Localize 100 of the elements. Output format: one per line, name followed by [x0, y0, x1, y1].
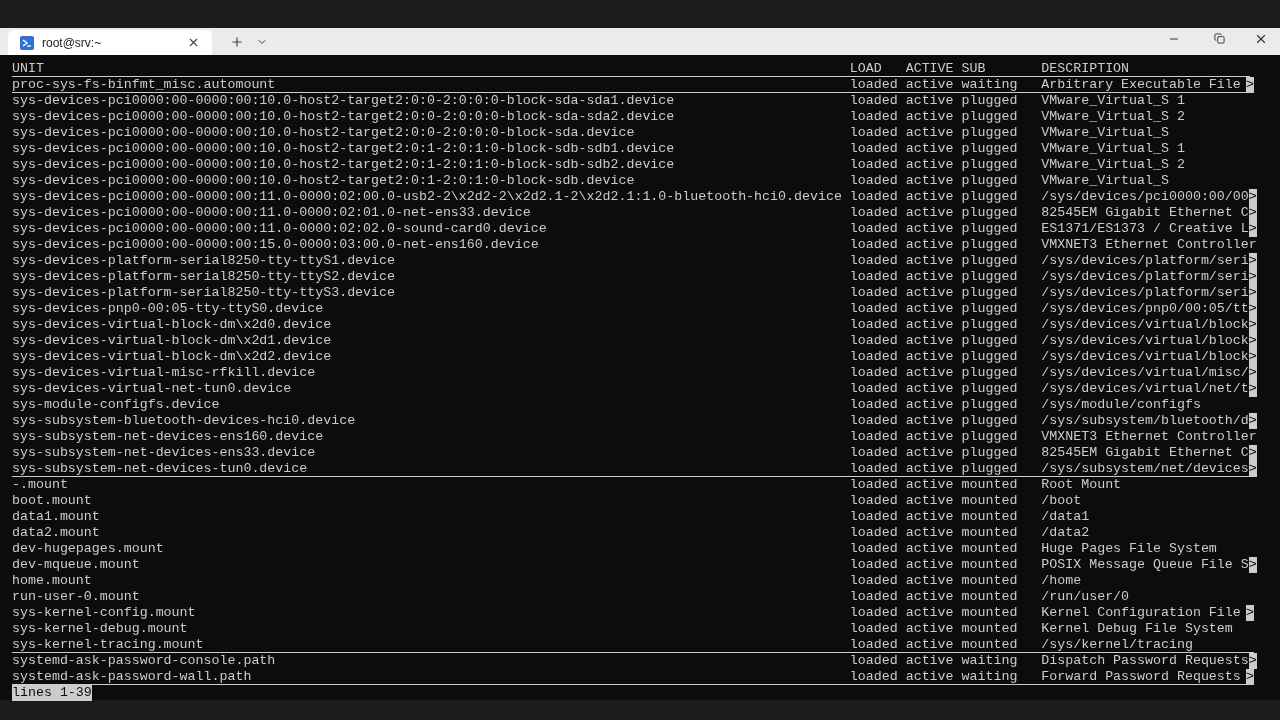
pager-status: lines 1-39 — [12, 685, 92, 701]
description-cell: /sys/devices/virtual/net/t — [1041, 380, 1249, 397]
load-cell-text: loaded — [849, 540, 899, 557]
sub-cell-text: waiting — [961, 76, 1019, 93]
load-cell-text: loaded — [849, 156, 899, 173]
sub-cell-text: plugged — [961, 396, 1019, 413]
active-cell-text: active — [905, 108, 955, 125]
load-cell-text: loaded — [849, 652, 899, 669]
active-cell-text: active — [905, 508, 955, 525]
sub-cell-text: plugged — [961, 428, 1019, 445]
active-cell-text: active — [905, 588, 955, 605]
sub-cell-text: plugged — [961, 236, 1019, 253]
overflow-marker: > — [1248, 268, 1257, 285]
sub-cell-text: mounted — [961, 540, 1019, 557]
active-cell-text: active — [905, 332, 955, 349]
active-cell-text: active — [905, 476, 955, 493]
sub-cell-text: mounted — [961, 476, 1019, 493]
overflow-marker: > — [1246, 668, 1254, 685]
description-cell: Root Mount — [1041, 476, 1122, 493]
sub-cell-text: plugged — [961, 204, 1019, 221]
sub-cell-text: plugged — [961, 316, 1019, 333]
unit-cell-text: systemd-ask-password-wall.path — [12, 668, 253, 685]
terminal-icon — [20, 35, 34, 50]
active-cell-text: active — [905, 364, 955, 381]
unit-cell-text: sys-kernel-tracing.mount — [12, 636, 205, 653]
overflow-marker: > — [1248, 188, 1257, 205]
unit-cell-text: sys-devices-platform-serial8250-tty-ttyS1.device — [12, 252, 396, 269]
description-cell: ES1371/ES1373 / Creative L — [1041, 220, 1249, 237]
unit-cell-text: boot.mount — [12, 492, 93, 509]
unit-cell-text: proc-sys-fs-binfmt_misc.automount — [12, 76, 277, 93]
description-cell: /sys/devices/platform/seri — [1041, 284, 1249, 301]
load-cell-text: loaded — [849, 204, 899, 221]
restore-icon[interactable] — [1214, 33, 1225, 44]
unit-cell-text: home.mount — [12, 572, 93, 589]
sub-cell-text: mounted — [961, 588, 1019, 605]
load-cell-text: loaded — [849, 604, 899, 621]
description-cell: Dispatch Password Requests — [1041, 652, 1249, 669]
sub-cell-text: mounted — [961, 604, 1019, 621]
sub-cell-text: plugged — [961, 460, 1019, 477]
unit-cell-text: sys-devices-virtual-misc-rfkill.device — [12, 364, 317, 381]
sub-cell-text: plugged — [961, 348, 1019, 365]
description-cell: VMXNET3 Ethernet Controller — [1041, 428, 1257, 445]
active-cell-text: active — [905, 300, 955, 317]
overflow-marker: > — [1248, 220, 1257, 237]
unit-cell-text: sys-devices-pci0000:00-0000:00:10.0-host2-target2:0:1-2:0:1:0-block-sdb-sdb1.device — [12, 140, 676, 157]
load-cell-text: loaded — [849, 412, 899, 429]
description-cell: Kernel Configuration File — [1041, 604, 1241, 621]
unit-cell-text: sys-devices-virtual-block-dm\x2d0.device — [12, 316, 333, 333]
overflow-marker: > — [1248, 380, 1257, 397]
active-cell-text: active — [905, 620, 955, 637]
overflow-marker: > — [1248, 204, 1257, 221]
active-cell-text: active — [905, 380, 955, 397]
unit-cell-text: data1.mount — [12, 508, 101, 525]
sub-cell-text: plugged — [961, 252, 1019, 269]
sub-cell-text: plugged — [961, 380, 1019, 397]
sub-cell-text: mounted — [961, 492, 1019, 509]
load-cell-text: loaded — [849, 428, 899, 445]
unit-cell-text: sys-subsystem-net-devices-ens33.device — [12, 444, 317, 461]
unit-cell-text: data2.mount — [12, 524, 101, 541]
overflow-marker: > — [1246, 604, 1254, 621]
load-cell-text: loaded — [849, 124, 899, 141]
sub-cell-text: plugged — [961, 268, 1019, 285]
unit-cell-text: dev-hugepages.mount — [12, 540, 165, 557]
load-cell-text: loaded — [849, 268, 899, 285]
unit-cell-text: systemd-ask-password-console.path — [12, 652, 277, 669]
load-cell-text: loaded — [849, 316, 899, 333]
description-cell: Huge Pages File System — [1041, 540, 1217, 557]
active-cell-text: active — [905, 76, 955, 93]
unit-cell-text: sys-subsystem-net-devices-tun0.device — [12, 460, 309, 477]
column-header: LOAD — [849, 60, 883, 77]
load-cell-text: loaded — [849, 444, 899, 461]
terminal-tab[interactable]: root@srv:~ — [8, 30, 212, 55]
description-cell: VMware_Virtual_S 2 — [1041, 156, 1185, 173]
column-header: ACTIVE — [905, 60, 955, 77]
sub-cell-text: waiting — [961, 652, 1019, 669]
active-cell-text: active — [905, 492, 955, 509]
tab-title: root@srv:~ — [42, 34, 102, 52]
load-cell-text: loaded — [849, 92, 899, 109]
active-cell-text: active — [905, 236, 955, 253]
sub-cell-text: mounted — [961, 556, 1019, 573]
unit-cell-text: run-user-0.mount — [12, 588, 141, 605]
description-cell: /sys/devices/virtual/block — [1041, 348, 1249, 365]
description-cell: /boot — [1041, 492, 1082, 509]
description-cell: /sys/devices/virtual/misc/ — [1041, 364, 1249, 381]
close-tab-icon[interactable] — [187, 36, 200, 49]
unit-cell-text: sys-module-configfs.device — [12, 396, 221, 413]
load-cell-text: loaded — [849, 284, 899, 301]
sub-cell-text: plugged — [961, 220, 1019, 237]
unit-cell-text: sys-devices-pnp0-00:05-tty-ttyS0.device — [12, 300, 325, 317]
sub-cell-text: plugged — [961, 124, 1019, 141]
sub-cell-text: plugged — [961, 332, 1019, 349]
description-cell: /sys/devices/pci0000:00/00 — [1041, 188, 1249, 205]
active-cell-text: active — [905, 156, 955, 173]
new-tab-icon[interactable] — [230, 35, 244, 49]
active-cell-text: active — [905, 396, 955, 413]
description-cell: 82545EM Gigabit Ethernet C — [1041, 204, 1249, 221]
unit-cell-text: sys-devices-pci0000:00-0000:00:11.0-0000:02:02.0-sound-card0.device — [12, 220, 548, 237]
unit-cell-text: sys-devices-virtual-block-dm\x2d2.device — [12, 348, 333, 365]
sub-cell-text: plugged — [961, 412, 1019, 429]
unit-cell-text: sys-devices-pci0000:00-0000:00:15.0-0000:03:00.0-net-ens160.device — [12, 236, 540, 253]
